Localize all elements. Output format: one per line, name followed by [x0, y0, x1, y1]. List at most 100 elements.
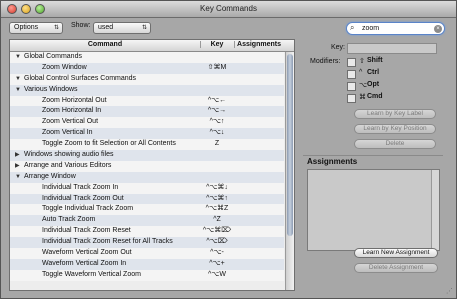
column-header-key[interactable]: Key: [200, 41, 235, 48]
command-label: Global Control Surfaces Commands: [24, 74, 137, 82]
command-label: Windows showing audio files: [24, 151, 114, 159]
table-row[interactable]: ▶ Windows showing audio files: [10, 150, 284, 161]
command-label: Waveform Vertical Zoom Out: [42, 249, 132, 257]
divider: [303, 155, 443, 156]
key-shortcut: ^⌥⌘↓: [206, 183, 228, 191]
key-field[interactable]: [347, 43, 437, 54]
command-label: Global Commands: [24, 53, 82, 60]
modifier-name: Cmd: [367, 93, 383, 100]
table-row[interactable]: Toggle Zoom to fit Selection or All Cont…: [10, 139, 284, 151]
command-label: Waveform Vertical Zoom In: [42, 259, 127, 267]
options-popup[interactable]: Options ⇅: [9, 22, 63, 34]
key-label: Key:: [331, 44, 346, 51]
column-header-command[interactable]: Command: [10, 41, 201, 48]
command-label: Zoom Horizontal In: [42, 107, 102, 115]
key-shortcut: ^⌥⌘Z: [205, 205, 229, 213]
disclosure-expanded-icon[interactable]: ▼: [15, 52, 21, 63]
command-label: Arrange and Various Editors: [24, 161, 112, 169]
assignment-inspector: Key: Modifiers: ⇧ Shift ^ Ctrl ⌥ Opt ⌘ Cmd Lear…: [297, 39, 447, 289]
table-scrollbar[interactable]: [285, 52, 294, 290]
modifier-symbol-icon: ⌥: [359, 82, 368, 89]
learn-by-key-position-button[interactable]: Learn by Key Position: [354, 124, 436, 134]
table-row[interactable]: Zoom Window ⇧⌘M: [10, 62, 284, 74]
search-icon: ⌕: [350, 23, 355, 32]
modifier-name: Opt: [367, 81, 380, 88]
resize-grip-icon[interactable]: ⋰: [446, 287, 453, 295]
search-field[interactable]: ⌕ zoom ×: [346, 22, 445, 35]
command-label: Toggle Waveform Vertical Zoom: [42, 270, 141, 278]
table-row[interactable]: ▼ Global Commands: [10, 52, 284, 63]
key-shortcut: ^⌥W: [208, 270, 226, 278]
key-shortcut: ^⌥↑: [209, 118, 225, 126]
table-row[interactable]: Toggle Individual Track Zoom ^⌥⌘Z: [10, 204, 284, 216]
delete-assignment-button[interactable]: Delete Assignment: [354, 263, 438, 273]
modifier-name: Ctrl: [367, 69, 380, 76]
clear-search-icon[interactable]: ×: [434, 25, 442, 33]
learn-by-key-label-button[interactable]: Learn by Key Label: [354, 109, 436, 119]
disclosure-collapsed-icon[interactable]: ▶: [15, 161, 20, 172]
table-row[interactable]: ▼ Global Control Surfaces Commands: [10, 73, 284, 85]
command-label: Individual Track Zoom Out: [42, 194, 124, 202]
assignments-list[interactable]: [307, 169, 440, 251]
table-header: Command Key Assignments: [10, 40, 294, 52]
table-row[interactable]: Waveform Vertical Zoom Out ^⌥-: [10, 248, 284, 259]
table-row[interactable]: Waveform Vertical Zoom In ^⌥+: [10, 258, 284, 270]
command-label: Individual Track Zoom Reset for All Trac…: [42, 238, 173, 246]
command-label: Individual Track Zoom Reset: [42, 227, 131, 235]
table-row[interactable]: ▶ Arrange and Various Editors: [10, 160, 284, 172]
assignments-scrollbar[interactable]: [431, 170, 439, 250]
popup-arrows-icon: ⇅: [53, 25, 59, 31]
key-shortcut: ^⌥⌦: [206, 238, 228, 246]
key-shortcut: ^⌥+: [209, 259, 225, 267]
search-input-value: zoom: [362, 25, 380, 32]
table-row[interactable]: Individual Track Zoom Reset ^⌥⌘⌦: [10, 226, 284, 238]
table-row[interactable]: Zoom Vertical In ^⌥↓: [10, 128, 284, 140]
modifier-name: Shift: [367, 57, 383, 64]
table-row[interactable]: Toggle Waveform Vertical Zoom ^⌥W: [10, 269, 284, 281]
table-row[interactable]: Zoom Vertical Out ^⌥↑: [10, 117, 284, 129]
modifier-symbol-icon: ⌘: [359, 94, 366, 101]
command-label: Zoom Window: [42, 63, 87, 71]
table-row[interactable]: Zoom Horizontal Out ^⌥←: [10, 95, 284, 107]
show-filter-value: used: [98, 24, 114, 31]
modifier-checkbox[interactable]: [347, 94, 356, 103]
key-shortcut: ^⌥←: [207, 96, 227, 104]
table-row[interactable]: Individual Track Zoom Out ^⌥⌘↑: [10, 193, 284, 205]
modifier-checkbox[interactable]: [347, 82, 356, 91]
table-row[interactable]: ▼ Arrange Window: [10, 171, 284, 183]
modifier-checkbox[interactable]: [347, 58, 356, 67]
command-label: Arrange Window: [24, 172, 76, 180]
modifier-checkbox[interactable]: [347, 70, 356, 79]
table-row[interactable]: Auto Track Zoom ^Z: [10, 215, 284, 227]
key-shortcut: ^⌥⌘↑: [206, 194, 228, 202]
key-commands-window: Key Commands Options ⇅ Show: used ⇅ ⌕ zo…: [0, 0, 457, 299]
disclosure-expanded-icon[interactable]: ▼: [15, 172, 21, 183]
disclosure-expanded-icon[interactable]: ▼: [15, 74, 21, 85]
disclosure-collapsed-icon[interactable]: ▶: [15, 150, 20, 161]
command-rows: ▼ Global Commands Zoom Window ⇧⌘M ▼ Global Co…: [10, 52, 284, 281]
command-label: Individual Track Zoom In: [42, 183, 119, 191]
command-label: Zoom Horizontal Out: [42, 96, 107, 104]
command-label: Auto Track Zoom: [42, 216, 96, 224]
table-scroll-thumb[interactable]: [287, 54, 293, 236]
table-row[interactable]: ▼ Various Windows: [10, 84, 284, 96]
show-filter-popup[interactable]: used ⇅: [93, 22, 151, 34]
key-shortcut: ⇧⌘M: [207, 63, 227, 71]
modifier-symbol-icon: ⇧: [359, 58, 365, 65]
key-commands-table[interactable]: Command Key Assignments ▼ Global Commands…: [9, 39, 295, 291]
table-row[interactable]: Individual Track Zoom In ^⌥⌘↓: [10, 182, 284, 194]
show-label: Show:: [71, 22, 91, 29]
key-shortcut: ^Z: [213, 216, 221, 224]
delete-button[interactable]: Delete: [354, 139, 436, 149]
table-row[interactable]: Zoom Horizontal In ^⌥→: [10, 106, 284, 118]
command-label: Toggle Zoom to fit Selection or All Cont…: [42, 140, 176, 148]
popup-arrows-icon: ⇅: [141, 25, 147, 31]
disclosure-expanded-icon[interactable]: ▼: [15, 85, 21, 96]
modifier-symbol-icon: ^: [359, 69, 363, 76]
key-shortcut: Z: [214, 140, 220, 148]
table-row[interactable]: Individual Track Zoom Reset for All Trac…: [10, 237, 284, 249]
command-label: Zoom Vertical Out: [42, 118, 99, 126]
column-header-assignments[interactable]: Assignments: [234, 41, 284, 48]
assignments-title: Assignments: [307, 157, 358, 166]
learn-new-assignment-button[interactable]: Learn New Assignment: [354, 248, 438, 258]
